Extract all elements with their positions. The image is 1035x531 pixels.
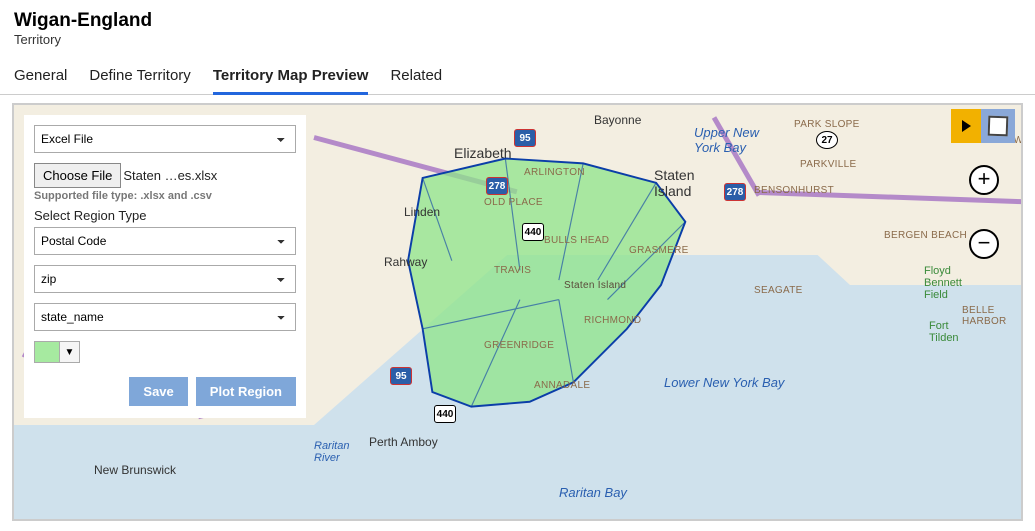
tab-related[interactable]: Related (390, 61, 442, 94)
entity-type: Territory (14, 32, 1021, 47)
water-raritan-river: Raritan River (314, 440, 356, 464)
label-bayonne: Bayonne (594, 113, 641, 127)
label-old-place: OLD PLACE (484, 197, 543, 208)
label-arlington: ARLINGTON (524, 167, 585, 178)
label-bulls-head: BULLS HEAD (544, 235, 609, 246)
label-belle: BELLE HARBOR (962, 305, 1021, 327)
shield-440b: 440 (434, 405, 456, 423)
name-column-select[interactable]: state_name (34, 303, 296, 331)
label-parkville: PARKVILLE (800, 159, 856, 170)
chevron-right-icon (962, 120, 971, 132)
label-richmond: RICHMOND (584, 315, 641, 326)
plot-region-button[interactable]: Plot Region (196, 377, 296, 406)
tab-bar: General Define Territory Territory Map P… (0, 55, 1035, 95)
region-type-label: Select Region Type (34, 208, 296, 223)
shield-i278a: 278 (486, 177, 508, 195)
save-button[interactable]: Save (129, 377, 187, 406)
label-bensonhurst: BENSONHURST (754, 185, 834, 196)
label-greenridge: GREENRIDGE (484, 340, 554, 351)
tab-general[interactable]: General (14, 61, 67, 94)
chosen-file-name: Staten …es.xlsx (123, 168, 217, 183)
layer-box-icon (988, 116, 1009, 137)
shield-27: 27 (816, 131, 838, 149)
water-upper-bay: Upper New York Bay (694, 125, 774, 155)
shield-i95b: 95 (390, 367, 412, 385)
data-column-select[interactable]: zip (34, 265, 296, 293)
label-elizabeth: Elizabeth (454, 145, 512, 161)
label-grasmere: GRASMERE (629, 245, 689, 256)
label-new-brunswick: New Brunswick (94, 463, 176, 477)
tab-define-territory[interactable]: Define Territory (89, 61, 190, 94)
region-type-select[interactable]: Postal Code (34, 227, 296, 255)
color-dropdown[interactable]: ▼ (60, 341, 80, 363)
water-raritan-bay: Raritan Bay (559, 485, 627, 500)
shield-i278b: 278 (724, 183, 746, 201)
tab-territory-map-preview[interactable]: Territory Map Preview (213, 61, 369, 95)
label-annadale: ANNADALE (534, 380, 590, 391)
map-expand-toggle[interactable] (951, 109, 981, 143)
shield-440a: 440 (522, 223, 544, 241)
data-source-select[interactable]: Excel File (34, 125, 296, 153)
file-hint: Supported file type: .xlsx and .csv (34, 190, 296, 202)
label-linden: Linden (404, 205, 440, 219)
water-lower-bay: Lower New York Bay (664, 375, 784, 390)
zoom-in-button[interactable]: + (969, 165, 999, 195)
label-travis: TRAVIS (494, 265, 531, 276)
color-swatch[interactable] (34, 341, 60, 363)
zoom-out-button[interactable]: − (969, 229, 999, 259)
label-perth-amboy: Perth Amboy (369, 435, 438, 449)
label-floyd: Floyd Bennett Field (924, 265, 974, 301)
label-park-slope: PARK SLOPE (794, 119, 860, 130)
label-staten-text: Staten Island (564, 280, 626, 291)
page-title: Wigan-England (14, 10, 1021, 32)
shield-i95: 95 (514, 129, 536, 147)
label-staten-island: Staten Island (654, 167, 704, 199)
label-rahway: Rahway (384, 255, 427, 269)
label-seagate: SEAGATE (754, 285, 803, 296)
label-bergen: BERGEN BEACH (884, 230, 967, 241)
map-layer-toggle[interactable] (981, 109, 1015, 143)
choose-file-button[interactable]: Choose File (34, 163, 121, 188)
config-panel: Excel File Choose File Staten …es.xlsx S… (24, 115, 306, 418)
